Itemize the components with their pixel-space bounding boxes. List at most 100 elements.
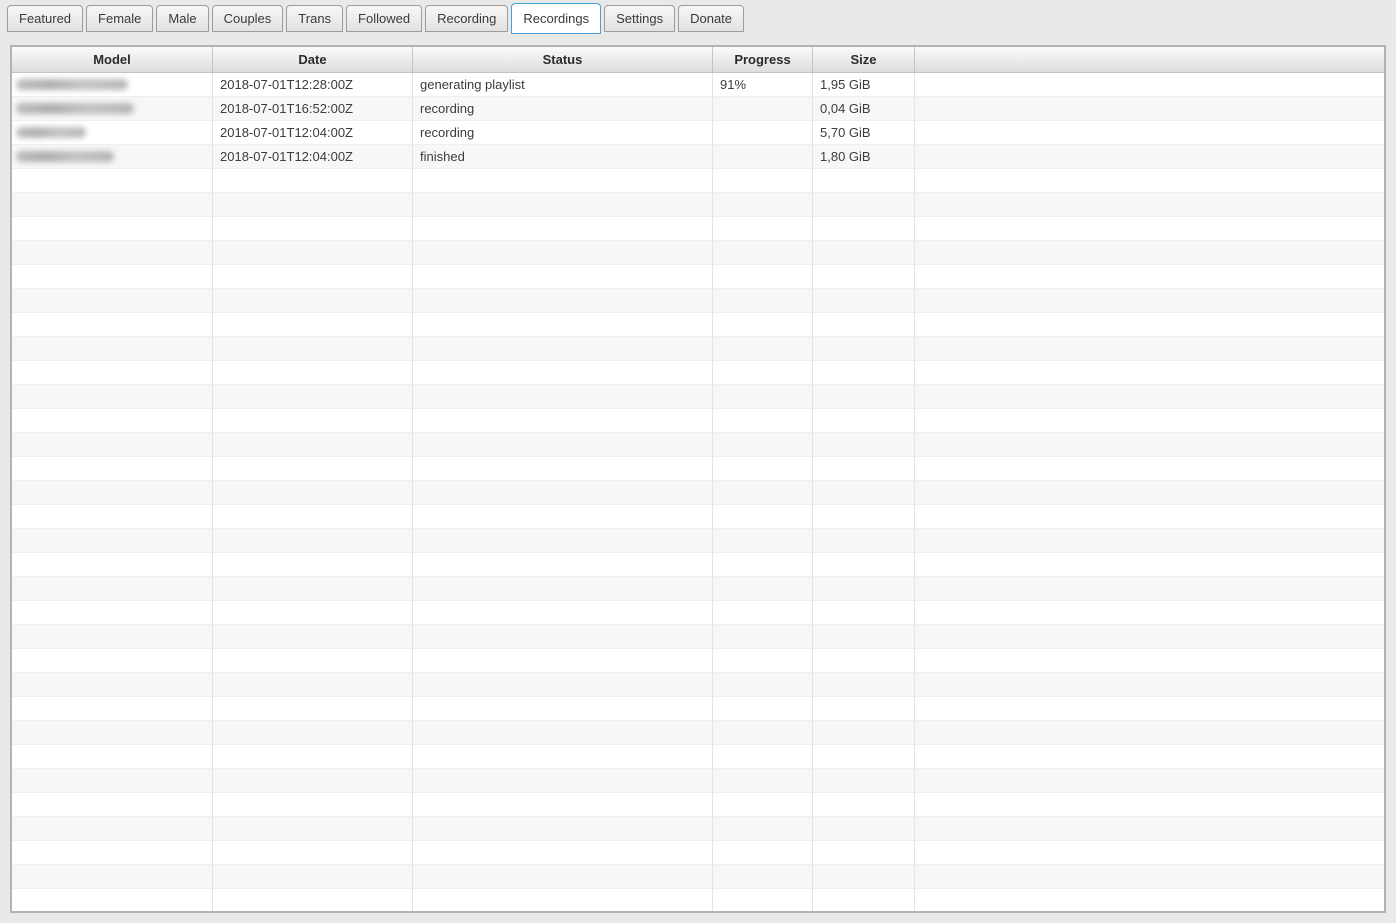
cell-extra	[915, 169, 1384, 193]
tab-couples[interactable]: Couples	[211, 5, 284, 32]
cell-progress	[713, 217, 813, 241]
cell-status	[413, 625, 713, 649]
cell-model	[12, 841, 213, 865]
cell-model	[12, 817, 213, 841]
cell-size	[813, 553, 915, 577]
tab-recording[interactable]: Recording	[425, 5, 509, 32]
tab-featured[interactable]: Featured	[7, 5, 84, 32]
table-row-empty	[12, 769, 1384, 793]
table-row-empty	[12, 697, 1384, 721]
cell-date	[213, 289, 413, 313]
cell-model	[12, 601, 213, 625]
cell-status	[413, 889, 713, 911]
table-row[interactable]: 2018-07-01T12:04:00Z recording 5,70 GiB	[12, 121, 1384, 145]
table-row-empty	[12, 457, 1384, 481]
cell-date	[213, 409, 413, 433]
cell-status	[413, 217, 713, 241]
column-header-size[interactable]: Size	[813, 47, 915, 72]
cell-model	[12, 457, 213, 481]
cell-size	[813, 601, 915, 625]
cell-extra	[915, 481, 1384, 505]
cell-model	[12, 673, 213, 697]
cell-model	[12, 121, 213, 145]
column-header-status[interactable]: Status	[413, 47, 713, 72]
tab-followed[interactable]: Followed	[346, 5, 423, 32]
column-header-progress[interactable]: Progress	[713, 47, 813, 72]
column-header-date[interactable]: Date	[213, 47, 413, 72]
cell-progress	[713, 97, 813, 121]
table-row-empty	[12, 265, 1384, 289]
cell-status	[413, 409, 713, 433]
table-row[interactable]: 2018-07-01T12:04:00Z finished 1,80 GiB	[12, 145, 1384, 169]
cell-progress	[713, 529, 813, 553]
cell-size: 5,70 GiB	[813, 121, 915, 145]
cell-extra	[915, 265, 1384, 289]
cell-extra	[915, 817, 1384, 841]
tab-bar: Featured Female Male Couples Trans Followed Re…	[7, 3, 747, 35]
cell-extra	[915, 721, 1384, 745]
cell-status	[413, 865, 713, 889]
cell-model	[12, 193, 213, 217]
cell-model	[12, 385, 213, 409]
table-row-empty	[12, 745, 1384, 769]
cell-status	[413, 745, 713, 769]
cell-extra	[915, 145, 1384, 169]
cell-size: 1,80 GiB	[813, 145, 915, 169]
table-row-empty	[12, 553, 1384, 577]
tab-settings[interactable]: Settings	[604, 5, 676, 32]
table-row-empty	[12, 841, 1384, 865]
table-row-empty	[12, 817, 1384, 841]
table-row-empty	[12, 889, 1384, 911]
cell-size	[813, 337, 915, 361]
cell-model	[12, 289, 213, 313]
cell-date	[213, 889, 413, 911]
cell-progress	[713, 385, 813, 409]
tab-male[interactable]: Male	[156, 5, 209, 32]
cell-size	[813, 817, 915, 841]
model-name-redacted	[16, 79, 128, 90]
cell-status	[413, 337, 713, 361]
cell-status	[413, 193, 713, 217]
table-row[interactable]: 2018-07-01T12:28:00Z generating playlist 9…	[12, 73, 1384, 97]
cell-extra	[915, 289, 1384, 313]
cell-date	[213, 385, 413, 409]
tab-trans[interactable]: Trans	[286, 5, 344, 32]
cell-status	[413, 577, 713, 601]
cell-status	[413, 721, 713, 745]
cell-progress	[713, 169, 813, 193]
cell-extra	[915, 505, 1384, 529]
cell-size	[813, 745, 915, 769]
column-header-model[interactable]: Model	[12, 47, 213, 72]
cell-status	[413, 553, 713, 577]
cell-extra	[915, 241, 1384, 265]
cell-date: 2018-07-01T16:52:00Z	[213, 97, 413, 121]
cell-model	[12, 169, 213, 193]
cell-date	[213, 505, 413, 529]
tab-donate[interactable]: Donate	[678, 5, 745, 32]
cell-extra	[915, 577, 1384, 601]
cell-size	[813, 241, 915, 265]
cell-size	[813, 697, 915, 721]
cell-date	[213, 649, 413, 673]
recordings-table: Model Date Date Status Progress Size 201…	[10, 45, 1386, 913]
tab-recordings[interactable]: Recordings	[511, 3, 602, 34]
cell-date	[213, 865, 413, 889]
tab-female[interactable]: Female	[86, 5, 154, 32]
cell-progress	[713, 337, 813, 361]
cell-date	[213, 553, 413, 577]
table-row[interactable]: 2018-07-01T16:52:00Z recording 0,04 GiB	[12, 97, 1384, 121]
cell-date	[213, 169, 413, 193]
cell-progress	[713, 505, 813, 529]
table-row-empty	[12, 169, 1384, 193]
model-name-redacted	[16, 103, 134, 114]
cell-size	[813, 841, 915, 865]
cell-status	[413, 505, 713, 529]
cell-extra	[915, 793, 1384, 817]
cell-model	[12, 241, 213, 265]
cell-size	[813, 865, 915, 889]
cell-size	[813, 625, 915, 649]
cell-model	[12, 265, 213, 289]
cell-date	[213, 313, 413, 337]
cell-size: 0,04 GiB	[813, 97, 915, 121]
table-row-empty	[12, 577, 1384, 601]
